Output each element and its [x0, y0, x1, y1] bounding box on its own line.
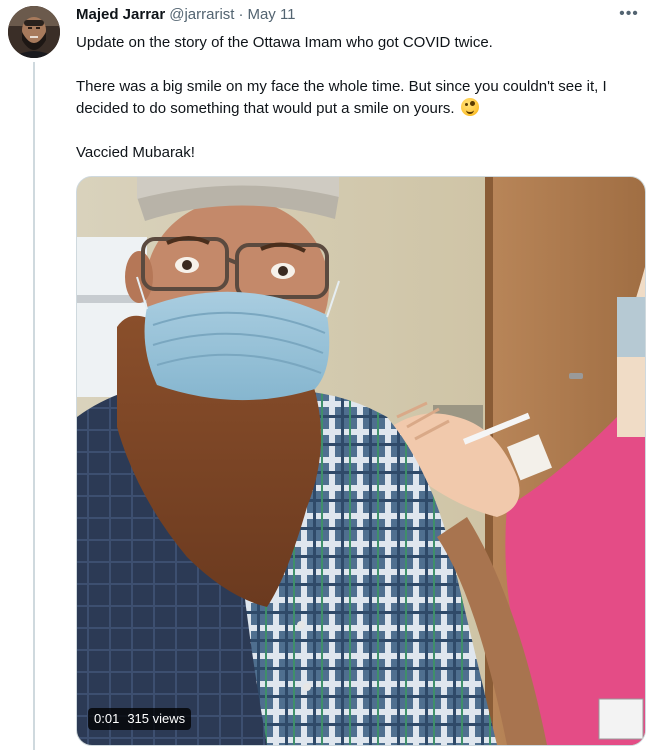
video-frame	[77, 177, 645, 745]
video-timestamp: 0:01	[94, 711, 120, 726]
avatar-image	[8, 6, 60, 58]
avatar[interactable]	[8, 6, 60, 58]
author-name[interactable]: Majed Jarrar	[76, 6, 165, 23]
video-views: 315 views	[127, 711, 186, 726]
video-info-badge: 0:01 315 views	[88, 708, 192, 730]
thread-line	[33, 62, 35, 750]
header-separator: ·	[238, 6, 244, 23]
tweet-text: Update on the story of the Ottawa Imam w…	[76, 32, 646, 186]
tweet-paragraph-text: There was a big smile on my face the who…	[76, 78, 607, 117]
author-handle[interactable]: @jarrarist	[169, 6, 234, 23]
tweet[interactable]: Majed Jarrar @jarrarist · May 11 ••• Upd…	[0, 0, 664, 750]
tweet-date[interactable]: May 11	[247, 6, 295, 23]
more-horizontal-icon[interactable]: •••	[616, 6, 642, 26]
tweet-paragraph: Vaccied Mubarak!	[76, 144, 195, 161]
tweet-paragraph: Update on the story of the Ottawa Imam w…	[76, 34, 493, 51]
tweet-header: Majed Jarrar @jarrarist · May 11	[76, 6, 296, 28]
tweet-paragraph: There was a big smile on my face the who…	[76, 76, 646, 120]
video-player[interactable]	[76, 176, 646, 746]
zany-face-icon	[460, 98, 479, 116]
